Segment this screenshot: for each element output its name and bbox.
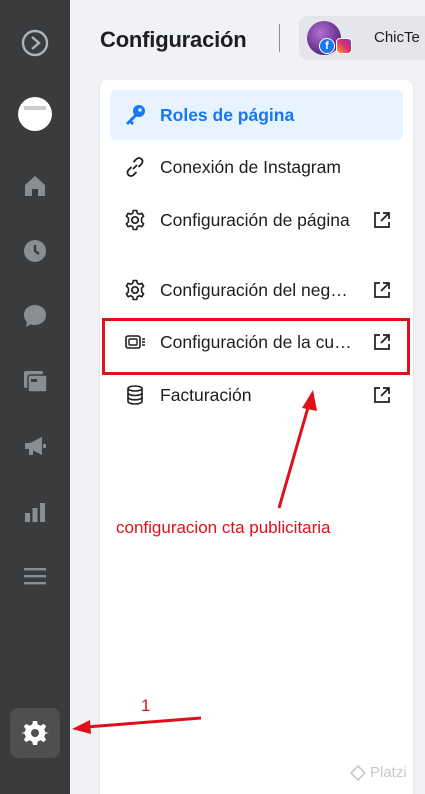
coins-icon — [122, 382, 148, 408]
menu-item-label: Conexión de Instagram — [160, 156, 341, 177]
account-name: ChicTe — [374, 29, 420, 46]
settings-icon[interactable] — [10, 708, 60, 758]
menu-item-page-settings[interactable]: Configuración de página — [110, 195, 403, 245]
settings-menu: Roles de página Conexión de Instagram Co… — [100, 80, 413, 794]
gear-icon — [122, 277, 148, 303]
menu-item-label: Roles de página — [160, 104, 295, 125]
menu-item-instagram-connection[interactable]: Conexión de Instagram — [110, 142, 403, 192]
left-rail — [0, 0, 70, 794]
menu-item-label: Facturación — [160, 384, 252, 405]
menu-item-page-roles[interactable]: Roles de página — [110, 90, 403, 140]
annotation-step-number: 1 — [141, 696, 151, 715]
watermark-text: Platzi — [370, 764, 407, 781]
gear-icon — [122, 207, 148, 233]
insights-icon[interactable] — [17, 494, 53, 530]
menu-item-label: Configuración del negocio — [160, 279, 355, 300]
clock-icon[interactable] — [17, 233, 53, 269]
annotation-callout: configuracion cta publicitaria — [116, 518, 331, 537]
external-link-icon — [374, 387, 390, 403]
page-title: Configuración — [100, 27, 247, 52]
content-icon[interactable] — [17, 363, 53, 399]
menu-item-label: Configuración de página — [160, 209, 350, 230]
megaphone-icon[interactable] — [17, 428, 53, 464]
instagram-icon — [336, 38, 352, 54]
page-avatar[interactable] — [17, 96, 53, 132]
link-icon — [122, 154, 148, 180]
chat-icon[interactable] — [17, 298, 53, 334]
external-link-icon — [374, 212, 390, 228]
watermark: Platzi — [350, 764, 407, 781]
meta-logo-icon[interactable] — [17, 25, 53, 61]
account-switcher[interactable]: f ChicTe — [299, 16, 425, 60]
facebook-icon: f — [319, 38, 335, 54]
header-divider — [279, 24, 280, 52]
menu-item-billing[interactable]: Facturación — [110, 370, 403, 420]
annotation-highlight-box — [102, 318, 410, 375]
home-icon[interactable] — [17, 168, 53, 204]
key-icon — [122, 102, 148, 128]
platzi-logo-icon — [350, 764, 366, 781]
menu-icon[interactable] — [17, 558, 53, 594]
menu-item-business-settings[interactable]: Configuración del negocio — [110, 265, 403, 315]
external-link-icon — [374, 282, 390, 298]
